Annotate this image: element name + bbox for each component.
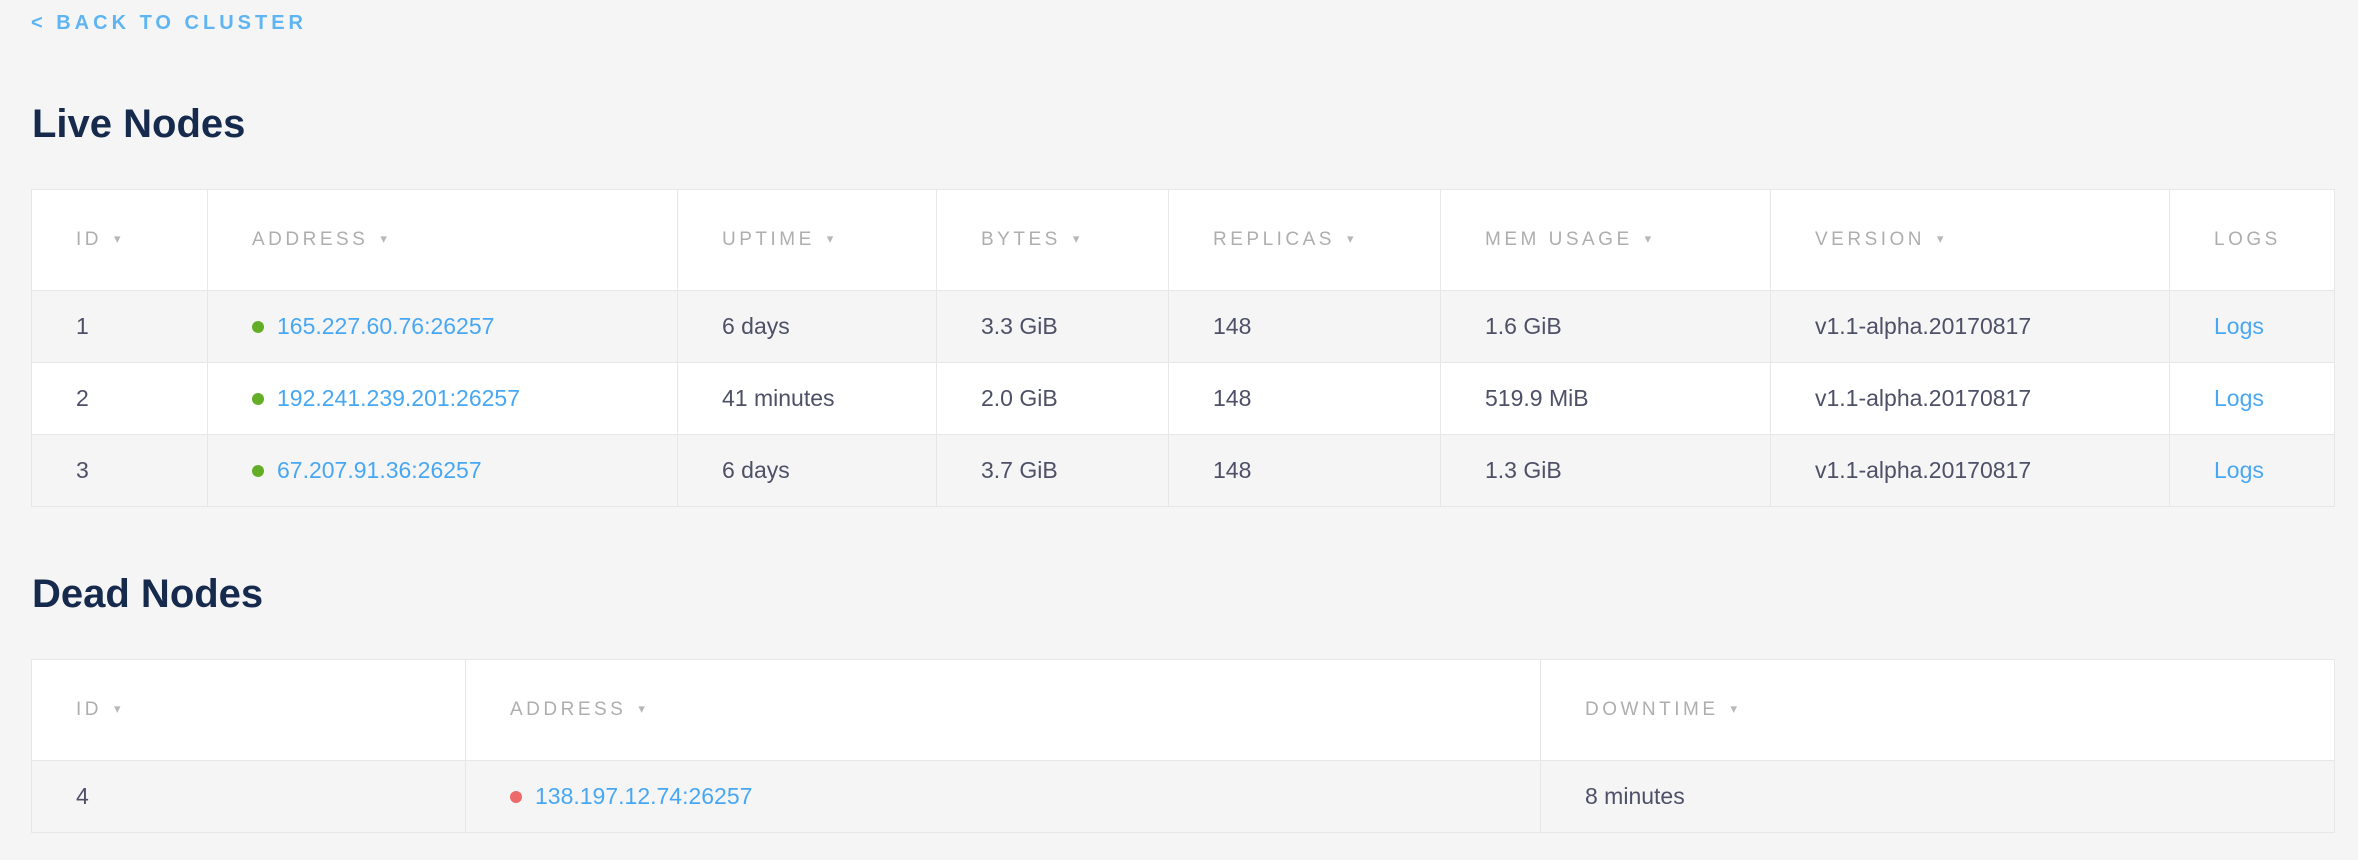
table-row: 4 138.197.12.74:26257 8 minutes [32, 761, 2335, 833]
node-address-link[interactable]: 138.197.12.74:26257 [535, 783, 752, 809]
nodes-page: < BACK TO CLUSTER Live Nodes ID ▾ Address… [0, 0, 2358, 833]
address-cell: 138.197.12.74:26257 [466, 761, 1541, 833]
bytes-cell: 3.3 GiB [937, 291, 1169, 363]
column-header-version[interactable]: Version ▾ [1771, 190, 2170, 291]
mem-usage-cell: 519.9 MiB [1441, 363, 1771, 435]
uptime-cell: 41 minutes [678, 363, 937, 435]
logs-link[interactable]: Logs [2214, 457, 2264, 483]
table-row: 1 165.227.60.76:26257 6 days 3.3 GiB 148… [32, 291, 2335, 363]
column-header-address[interactable]: Address ▾ [466, 660, 1541, 761]
column-header-logs: Logs [2170, 190, 2335, 291]
sort-arrow-icon: ▾ [827, 231, 837, 247]
uptime-cell: 6 days [678, 435, 937, 507]
dead-nodes-title: Dead Nodes [32, 571, 2334, 617]
node-address-link[interactable]: 67.207.91.36:26257 [277, 457, 482, 483]
column-header-id[interactable]: ID ▾ [32, 190, 208, 291]
table-row: 2 192.241.239.201:26257 41 minutes 2.0 G… [32, 363, 2335, 435]
address-cell: 192.241.239.201:26257 [208, 363, 678, 435]
dead-nodes-table: ID ▾ Address ▾ Downtime ▾ 4 138.197.12.74:2… [31, 659, 2335, 833]
replicas-cell: 148 [1169, 291, 1441, 363]
column-header-bytes[interactable]: Bytes ▾ [937, 190, 1169, 291]
dead-status-icon [510, 791, 522, 803]
node-address-link[interactable]: 165.227.60.76:26257 [277, 313, 494, 339]
column-header-id[interactable]: ID ▾ [32, 660, 466, 761]
sort-arrow-icon: ▾ [114, 231, 124, 247]
downtime-cell: 8 minutes [1541, 761, 2335, 833]
version-cell: v1.1-alpha.20170817 [1771, 435, 2170, 507]
sort-arrow-icon: ▾ [638, 701, 648, 717]
mem-usage-cell: 1.3 GiB [1441, 435, 1771, 507]
live-status-icon [252, 321, 264, 333]
sort-arrow-icon: ▾ [1645, 231, 1655, 247]
logs-link[interactable]: Logs [2214, 385, 2264, 411]
column-header-replicas[interactable]: Replicas ▾ [1169, 190, 1441, 291]
live-nodes-title: Live Nodes [32, 101, 2334, 147]
back-to-cluster-link[interactable]: < BACK TO CLUSTER [31, 12, 307, 35]
address-cell: 67.207.91.36:26257 [208, 435, 678, 507]
column-header-label: Address [252, 229, 368, 250]
column-header-label: Downtime [1585, 699, 1719, 720]
replicas-cell: 148 [1169, 435, 1441, 507]
sort-arrow-icon: ▾ [114, 701, 124, 717]
sort-arrow-icon: ▾ [380, 231, 390, 247]
live-status-icon [252, 465, 264, 477]
column-header-label: ID [76, 229, 102, 250]
sort-arrow-icon: ▾ [1937, 231, 1947, 247]
id-cell: 3 [32, 435, 208, 507]
sort-arrow-icon: ▾ [1731, 701, 1741, 717]
column-header-label: Version [1815, 229, 1925, 250]
replicas-cell: 148 [1169, 363, 1441, 435]
column-header-address[interactable]: Address ▾ [208, 190, 678, 291]
logs-cell: Logs [2170, 435, 2335, 507]
column-header-label: Address [510, 699, 626, 720]
id-cell: 4 [32, 761, 466, 833]
column-header-label: Mem Usage [1485, 229, 1633, 250]
address-cell: 165.227.60.76:26257 [208, 291, 678, 363]
column-header-label: Uptime [722, 229, 815, 250]
node-address-link[interactable]: 192.241.239.201:26257 [277, 385, 520, 411]
sort-arrow-icon: ▾ [1073, 231, 1083, 247]
logs-cell: Logs [2170, 363, 2335, 435]
column-header-label: Bytes [981, 229, 1061, 250]
mem-usage-cell: 1.6 GiB [1441, 291, 1771, 363]
version-cell: v1.1-alpha.20170817 [1771, 363, 2170, 435]
id-cell: 1 [32, 291, 208, 363]
table-row: 3 67.207.91.36:26257 6 days 3.7 GiB 148 … [32, 435, 2335, 507]
table-header-row: ID ▾ Address ▾ Downtime ▾ [32, 660, 2335, 761]
id-cell: 2 [32, 363, 208, 435]
column-header-label: ID [76, 699, 102, 720]
column-header-label: Replicas [1213, 229, 1335, 250]
bytes-cell: 2.0 GiB [937, 363, 1169, 435]
table-header-row: ID ▾ Address ▾ Uptime ▾ Bytes ▾ Replicas ▾ Me… [32, 190, 2335, 291]
logs-link[interactable]: Logs [2214, 313, 2264, 339]
logs-cell: Logs [2170, 291, 2335, 363]
bytes-cell: 3.7 GiB [937, 435, 1169, 507]
column-header-label: Logs [2214, 229, 2281, 250]
uptime-cell: 6 days [678, 291, 937, 363]
version-cell: v1.1-alpha.20170817 [1771, 291, 2170, 363]
live-nodes-table: ID ▾ Address ▾ Uptime ▾ Bytes ▾ Replicas ▾ Me… [31, 189, 2335, 507]
column-header-downtime[interactable]: Downtime ▾ [1541, 660, 2335, 761]
column-header-uptime[interactable]: Uptime ▾ [678, 190, 937, 291]
column-header-mem-usage[interactable]: Mem Usage ▾ [1441, 190, 1771, 291]
sort-arrow-icon: ▾ [1347, 231, 1357, 247]
live-status-icon [252, 393, 264, 405]
